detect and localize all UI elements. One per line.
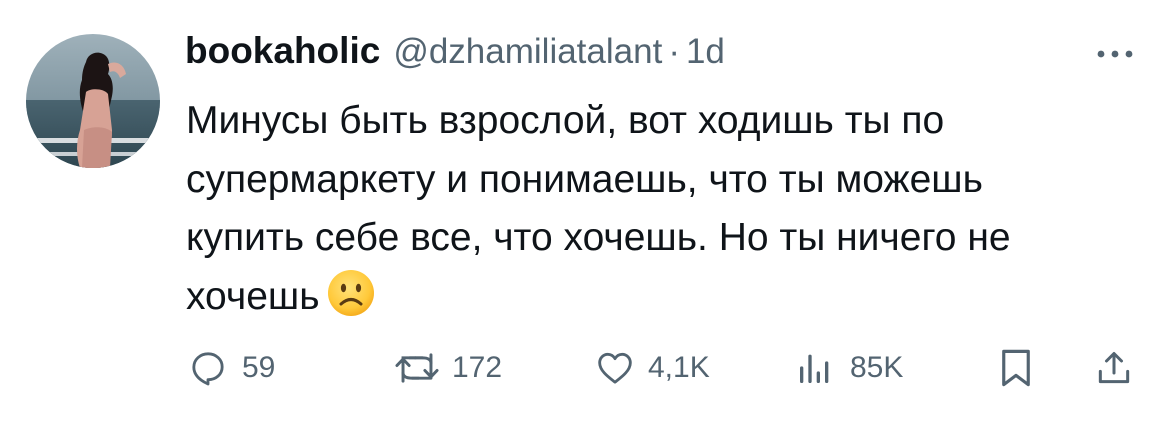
share-icon: [1098, 352, 1130, 384]
views-count: 85K: [850, 351, 904, 384]
tweet-text-last-word: хочешь: [186, 274, 320, 318]
tweet-text-line: купить себе все, что хочешь. Но ты ничег…: [186, 216, 1011, 259]
analytics-icon: [800, 354, 829, 383]
tweet-text-line: хочешь: [186, 268, 1151, 327]
reply-count: 59: [242, 351, 276, 384]
action-bar: 59 172 4,1K 85K: [0, 338, 1170, 398]
views-button[interactable]: 85K: [794, 338, 903, 398]
repost-count: 172: [452, 351, 503, 384]
bookmark-icon: [1002, 349, 1030, 387]
like-count: 4,1K: [648, 351, 710, 384]
like-button[interactable]: 4,1K: [594, 338, 710, 398]
tweet[interactable]: bookaholic @dzhamiliatalant · 1d Минусы …: [0, 0, 1170, 422]
avatar-image: [26, 34, 160, 168]
tweet-text-line: Минусы быть взрослой, вот ходишь ты по: [186, 99, 945, 142]
share-button[interactable]: [1094, 338, 1134, 398]
reply-button[interactable]: 59: [188, 338, 275, 398]
tweet-text: Минусы быть взрослой, вот ходишь ты по с…: [186, 92, 1151, 326]
bookmark-button[interactable]: [998, 338, 1034, 398]
separator-dot: ·: [668, 32, 680, 71]
more-horizontal-icon: [1097, 50, 1133, 58]
reply-icon: [192, 352, 224, 386]
timestamp[interactable]: 1d: [686, 32, 725, 72]
more-button[interactable]: [1086, 36, 1146, 72]
slightly-frowning-face-emoji: [327, 270, 374, 317]
heart-icon: [598, 352, 632, 384]
user-handle[interactable]: @dzhamiliatalant: [393, 32, 662, 72]
repost-button[interactable]: 172: [394, 338, 502, 398]
display-name[interactable]: bookaholic: [185, 30, 380, 72]
tweet-text-line: супермаркету и понимаешь, что ты можешь: [186, 157, 983, 201]
tweet-header: bookaholic @dzhamiliatalant · 1d: [185, 30, 725, 86]
avatar[interactable]: [26, 34, 160, 168]
repost-icon: [395, 353, 439, 383]
